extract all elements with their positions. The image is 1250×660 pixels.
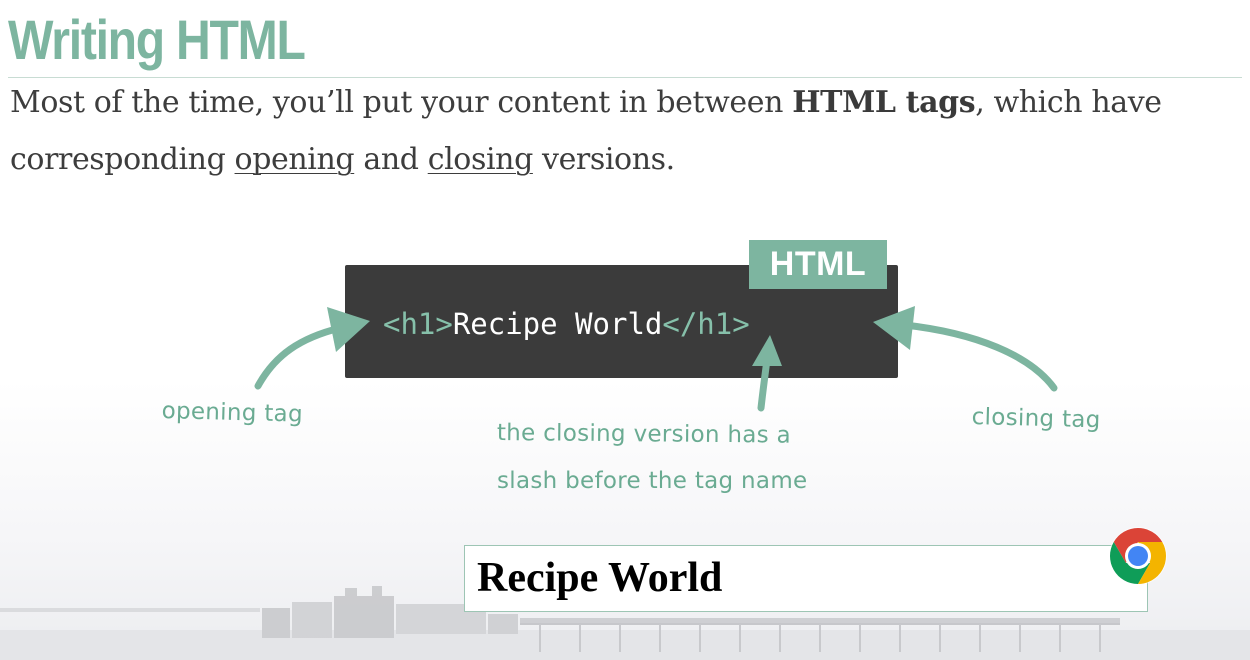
rendered-heading: Recipe World	[477, 555, 723, 601]
opening-arrow-head	[327, 307, 370, 352]
slash-arrow-head	[752, 335, 782, 366]
chrome-icon	[1109, 527, 1167, 585]
annotation-slash-line2: slash before the tag name	[497, 468, 808, 494]
annotation-opening-tag: opening tag	[161, 398, 304, 428]
annotation-slash-line1: the closing version has a	[496, 420, 792, 449]
slide: Writing HTML Most of the time, you’ll pu…	[0, 0, 1250, 660]
closing-arrow-shaft	[901, 321, 1058, 392]
annotation-closing-tag: closing tag	[971, 404, 1101, 434]
closing-arrow-head	[873, 306, 915, 350]
browser-preview: Recipe World	[464, 545, 1148, 612]
opening-arrow-shaft	[254, 324, 344, 390]
